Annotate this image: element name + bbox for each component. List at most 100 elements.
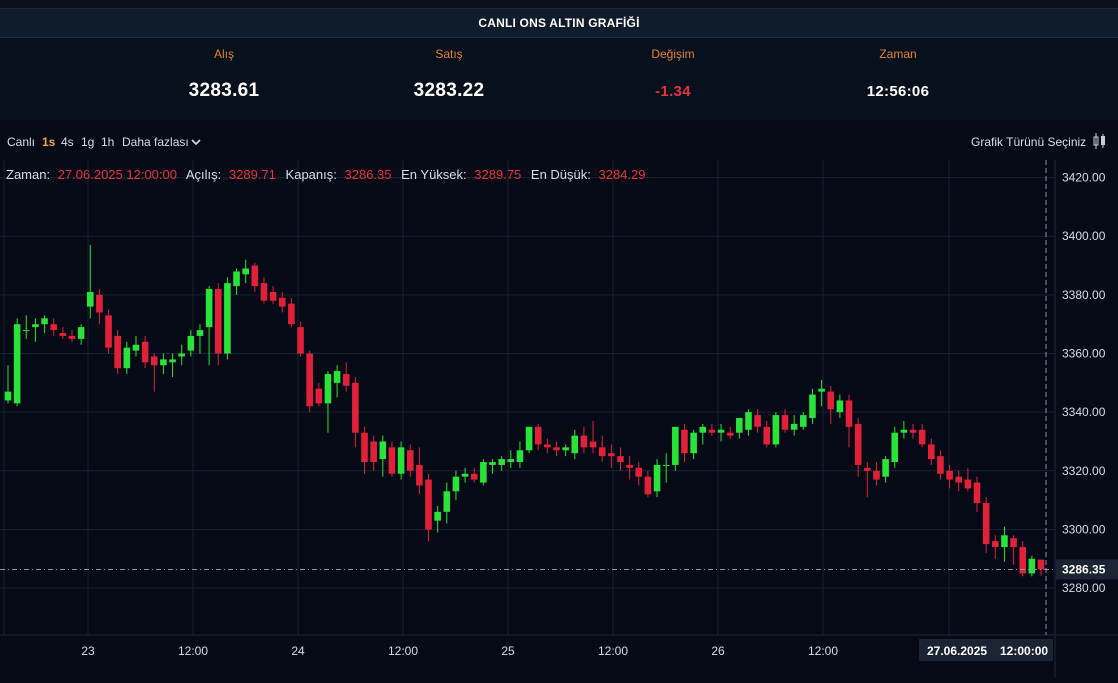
candle[interactable] (781, 409, 789, 433)
candle[interactable] (562, 444, 569, 457)
candle[interactable] (32, 318, 39, 342)
candle[interactable] (416, 447, 423, 495)
candle[interactable] (589, 420, 597, 454)
candle[interactable] (260, 277, 268, 304)
candle[interactable] (361, 426, 368, 474)
candle[interactable] (1001, 526, 1008, 562)
candle[interactable] (196, 324, 204, 354)
candle[interactable] (178, 344, 185, 366)
candle[interactable] (169, 353, 176, 377)
candle[interactable] (864, 462, 871, 498)
candle[interactable] (717, 423, 725, 442)
candle[interactable] (754, 409, 761, 433)
candle[interactable] (470, 467, 478, 483)
candle[interactable] (525, 426, 533, 454)
candle[interactable] (608, 444, 615, 468)
candle[interactable] (434, 505, 441, 533)
candle[interactable] (635, 462, 643, 486)
candle[interactable] (96, 289, 103, 325)
candle[interactable] (141, 335, 149, 369)
more-timeframes-button[interactable]: Daha fazlası (122, 135, 189, 149)
candle[interactable] (22, 315, 30, 339)
candle[interactable] (224, 277, 231, 360)
candle[interactable] (818, 379, 825, 407)
candle[interactable] (827, 385, 835, 424)
candle[interactable] (644, 470, 652, 498)
candle[interactable] (388, 441, 396, 477)
candle[interactable] (790, 415, 798, 436)
candle[interactable] (269, 286, 277, 304)
candle[interactable] (41, 315, 48, 333)
candle[interactable] (77, 324, 85, 345)
candle[interactable] (736, 418, 743, 439)
candle[interactable] (772, 412, 780, 448)
candle[interactable] (617, 447, 624, 471)
candle[interactable] (626, 456, 633, 480)
candle[interactable] (845, 394, 853, 448)
chart-area[interactable]: 3420.00 3400.00 3380.00 3360.00 3340.00 3320.… (0, 160, 1118, 678)
candle[interactable] (726, 426, 734, 439)
candle[interactable] (854, 418, 862, 477)
candle[interactable] (973, 476, 981, 512)
candle[interactable] (315, 382, 323, 407)
candle[interactable] (873, 462, 880, 486)
candle[interactable] (425, 473, 432, 542)
candle[interactable] (333, 365, 341, 398)
candle[interactable] (123, 341, 131, 375)
candle[interactable] (489, 459, 496, 474)
candle[interactable] (13, 318, 21, 407)
candle[interactable] (544, 438, 551, 454)
candle[interactable] (918, 423, 926, 448)
candle[interactable] (909, 423, 917, 439)
candle[interactable] (553, 441, 560, 457)
candle[interactable] (900, 420, 908, 439)
candle[interactable] (955, 470, 963, 492)
candle[interactable] (891, 426, 899, 468)
candle[interactable] (571, 429, 579, 460)
candle[interactable] (443, 482, 451, 524)
chart-type-selector[interactable]: Grafik Türünü Seçiniz (971, 135, 1086, 149)
candle[interactable] (452, 470, 460, 501)
candle[interactable] (672, 426, 679, 471)
candle[interactable] (928, 438, 935, 465)
timeframe-4s[interactable]: 4s (61, 135, 74, 149)
candle[interactable] (946, 464, 953, 489)
candle[interactable] (800, 412, 807, 430)
candle[interactable] (763, 420, 771, 448)
candle[interactable] (105, 309, 112, 354)
candle[interactable] (480, 459, 487, 486)
candlestick-chart[interactable]: 3420.00 3400.00 3380.00 3360.00 3340.00 3320.… (0, 160, 1118, 678)
candle[interactable] (498, 456, 505, 471)
candle[interactable] (964, 467, 972, 492)
candle[interactable] (4, 365, 12, 404)
candle[interactable] (653, 459, 661, 498)
timeframe-1s[interactable]: 1s (42, 135, 55, 149)
candle[interactable] (68, 330, 76, 342)
candle[interactable] (150, 353, 158, 392)
candle[interactable] (681, 423, 688, 463)
candle[interactable] (1010, 535, 1017, 565)
candle[interactable] (342, 362, 350, 392)
candlestick-icon[interactable] (1092, 132, 1108, 150)
candle[interactable] (516, 441, 524, 468)
candle[interactable] (242, 259, 249, 284)
candle[interactable] (370, 435, 377, 471)
candle[interactable] (937, 450, 944, 480)
candle[interactable] (406, 444, 414, 477)
candle[interactable] (251, 262, 259, 292)
candle[interactable] (745, 409, 752, 436)
candle[interactable] (1037, 559, 1045, 576)
candle[interactable] (114, 330, 121, 375)
candle[interactable] (288, 297, 295, 328)
candle[interactable] (160, 353, 167, 375)
candle[interactable] (982, 497, 990, 553)
candle[interactable] (598, 435, 606, 463)
candle[interactable] (992, 535, 999, 559)
candle[interactable] (59, 327, 67, 339)
chevron-down-icon[interactable] (191, 138, 201, 146)
candle[interactable] (214, 283, 222, 366)
candle[interactable] (836, 394, 844, 419)
candle[interactable] (534, 423, 542, 451)
candle[interactable] (306, 350, 313, 413)
timeframe-1g[interactable]: 1g (81, 135, 94, 149)
